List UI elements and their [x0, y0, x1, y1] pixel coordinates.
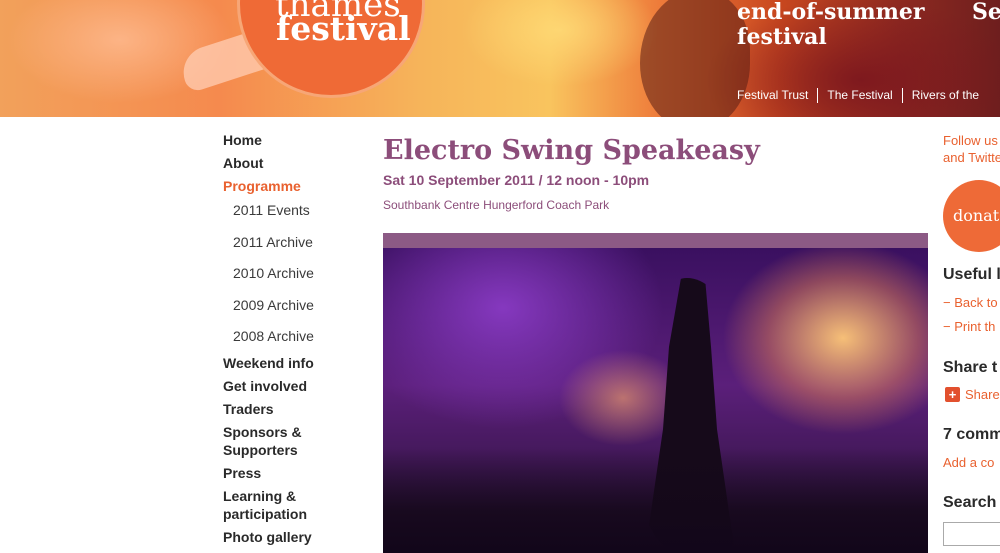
search-heading: Search [943, 494, 997, 511]
sidebar-item-programme[interactable]: Programme [223, 177, 363, 195]
tagline: end-of-summer festival [737, 0, 925, 50]
sidebar-item-photo-gallery[interactable]: Photo gallery [223, 528, 363, 546]
event-photo-crowd [383, 448, 928, 553]
add-comment-link[interactable]: Add a co [943, 455, 994, 470]
donate-button[interactable]: donat [943, 180, 1000, 252]
sidebar-item-press[interactable]: Press [223, 464, 363, 482]
back-to-link[interactable]: − Back to [943, 295, 998, 310]
event-photo-frame [383, 233, 928, 553]
event-title: Electro Swing Speakeasy [383, 135, 760, 166]
logo-text[interactable]: festival [276, 12, 411, 45]
share-label[interactable]: Share [965, 387, 1000, 402]
event-date: Sat 10 September 2011 / 12 noon - 10pm [383, 172, 650, 188]
sidebar-subitem-2010-archive[interactable]: 2010 Archive [223, 264, 363, 282]
sidebar-item-get-involved[interactable]: Get involved [223, 377, 363, 395]
sidebar-item-learning[interactable]: Learning & participation [223, 487, 363, 523]
sidebar-subitem-2011-events[interactable]: 2011 Events [223, 201, 363, 219]
tagline-line-1: end-of-summer [737, 0, 925, 25]
print-link[interactable]: − Print th [943, 319, 995, 334]
tagline-line-2: festival [737, 24, 827, 50]
share-heading: Share t [943, 359, 998, 376]
top-nav: Festival Trust The Festival Rivers of th… [728, 88, 988, 103]
follow-us-link[interactable]: Follow us and Twitte [943, 132, 1000, 166]
sidebar-item-sponsors[interactable]: Sponsors & Supporters [223, 423, 363, 459]
header-banner: thames festival end-of-summer festival S… [0, 0, 1000, 117]
plus-icon: + [945, 387, 960, 402]
search-input[interactable] [943, 522, 1000, 546]
sidebar-item-about[interactable]: About [223, 154, 363, 172]
top-nav-festival-trust[interactable]: Festival Trust [728, 88, 817, 103]
share-button[interactable]: + Share [945, 387, 1000, 402]
follow-us-line-1[interactable]: Follow us [943, 132, 1000, 149]
comments-heading: 7 comm [943, 426, 1000, 443]
tagline-extra: Se [972, 0, 1000, 25]
sidebar-item-home[interactable]: Home [223, 131, 363, 149]
sidebar-subitem-2009-archive[interactable]: 2009 Archive [223, 296, 363, 314]
sidebar-nav: Home About Programme 2011 Events 2011 Ar… [223, 131, 363, 551]
follow-us-line-2[interactable]: and Twitte [943, 149, 1000, 166]
sidebar-item-traders[interactable]: Traders [223, 400, 363, 418]
useful-links-heading: Useful l [943, 266, 1000, 283]
sidebar-subitem-2008-archive[interactable]: 2008 Archive [223, 327, 363, 345]
event-photo [383, 248, 928, 553]
top-nav-rivers[interactable]: Rivers of the [901, 88, 988, 103]
sidebar-item-weekend-info[interactable]: Weekend info [223, 354, 363, 372]
top-nav-the-festival[interactable]: The Festival [817, 88, 901, 103]
event-venue: Southbank Centre Hungerford Coach Park [383, 198, 610, 212]
sidebar-subitem-2011-archive[interactable]: 2011 Archive [223, 233, 363, 251]
sidebar-submenu: 2011 Events 2011 Archive 2010 Archive 20… [223, 201, 363, 345]
